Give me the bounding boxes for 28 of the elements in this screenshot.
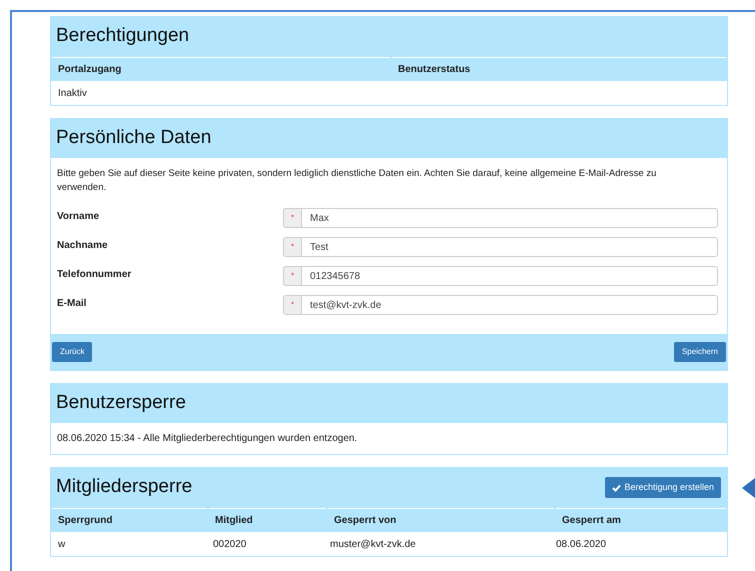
back-button[interactable]: Zurück bbox=[52, 342, 92, 362]
panel-title: Persönliche Daten bbox=[56, 126, 212, 150]
field-label: E-Mail bbox=[57, 297, 88, 311]
checkmark-icon bbox=[612, 484, 622, 492]
input-field[interactable]: Max bbox=[302, 208, 718, 228]
table-cell-text: 002020 bbox=[212, 538, 248, 552]
pointer-icon bbox=[742, 478, 755, 498]
lock-message: 08.06.2020 15:34 - Alle Mitgliederberechtigungen wurden entzogen. bbox=[56, 432, 358, 446]
required-marker: * bbox=[283, 237, 302, 257]
panel-title: Mitgliedersperre bbox=[56, 475, 192, 500]
field-label: Nachname bbox=[57, 239, 109, 253]
panel-title: Benutzersperre bbox=[56, 391, 186, 416]
field-label: Vorname bbox=[57, 210, 100, 224]
required-marker: * bbox=[283, 295, 302, 315]
required-marker: * bbox=[283, 266, 302, 286]
create-button[interactable]: Berechtigung erstellen bbox=[605, 477, 721, 498]
required-marker: * bbox=[283, 208, 302, 228]
table-cell-text: w bbox=[57, 538, 66, 552]
input-field[interactable]: Test bbox=[302, 237, 718, 257]
input-field[interactable]: test@kvt-zvk.de bbox=[302, 295, 718, 315]
input-field[interactable]: 012345678 bbox=[302, 266, 718, 286]
table-cell-text: Inaktiv bbox=[57, 86, 88, 100]
panel-title: Berechtigungen bbox=[56, 24, 190, 48]
field-label: Telefonnummer bbox=[57, 268, 132, 282]
table-cell-text: 08.06.2020 bbox=[555, 538, 608, 552]
table-cell-text: muster@kvt-zvk.de bbox=[329, 538, 417, 552]
hint-text: Bitte geben Sie auf dieser Seite keine privaten, sondern lediglich dienstliche Daten ein. Achten Sie darauf, keine allgemeine E-Mail-Adresse zu verwenden. bbox=[57, 167, 658, 195]
save-button[interactable]: Speichern bbox=[674, 342, 726, 362]
